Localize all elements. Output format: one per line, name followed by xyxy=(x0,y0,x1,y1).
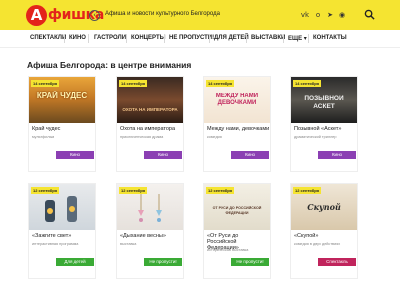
top-bar: А фишка ‹ Афиша и новости культурного Бе… xyxy=(0,0,400,30)
event-poster[interactable]: ОТ РУСИ ДО РОССИЙСКОЙ ФЕДЕРАЦИИ 12 сентя… xyxy=(204,184,270,230)
category-button[interactable]: Не пропусти! xyxy=(144,258,182,266)
event-genre: интерактивная программа xyxy=(32,242,79,246)
nav-divider xyxy=(164,34,165,43)
search-icon[interactable] xyxy=(364,9,375,20)
nav-divider xyxy=(209,34,210,43)
event-title[interactable]: Между нами, девочками xyxy=(207,126,269,132)
nav-item-kino[interactable]: КИНО xyxy=(69,35,86,41)
main-nav: СПЕКТАКЛИ КИНО ГАСТРОЛИ КОНЦЕРТЫ НЕ ПРОП… xyxy=(0,30,400,48)
telegram-icon[interactable]: ➤ xyxy=(325,10,335,20)
event-genre: приключенческая драма xyxy=(120,135,164,139)
site-tagline: Афиша и новости культурного Белгорода xyxy=(105,11,220,17)
event-poster[interactable]: ОХОТА НА ИМПЕРАТОРА 14 сентября xyxy=(117,77,183,123)
category-button[interactable]: Спектакль xyxy=(318,258,356,266)
event-date-badge: 12 сентября xyxy=(31,187,59,194)
category-button[interactable]: Кино xyxy=(231,151,269,159)
event-card[interactable]: КРАЙ ЧУДЕС 14 сентября Край чудес мультф… xyxy=(28,76,96,172)
event-title[interactable]: «Зажгите свет» xyxy=(32,233,71,239)
event-date-badge: 12 сентября xyxy=(293,187,321,194)
category-button[interactable]: Для детей xyxy=(56,258,94,266)
logo-letter: А xyxy=(26,4,47,26)
ok-icon[interactable]: o xyxy=(313,10,323,20)
event-card[interactable]: ОТ РУСИ ДО РОССИЙСКОЙ ФЕДЕРАЦИИ 12 сентя… xyxy=(203,183,271,279)
event-card[interactable]: 12 сентября «Дыхание весны» выставка Не … xyxy=(116,183,184,279)
category-button[interactable]: Кино xyxy=(144,151,182,159)
event-title[interactable]: «Скупой» xyxy=(294,233,318,239)
event-genre: комедия в двух действиях xyxy=(294,242,341,246)
event-card[interactable]: ПОЗЫВНОЙ АСКЕТ 14 сентября Позывной «Аск… xyxy=(290,76,358,172)
event-poster[interactable]: МЕЖДУ НАМИ ДЕВОЧКАМИ 14 сентября xyxy=(204,77,270,123)
event-date-badge: 14 сентября xyxy=(31,80,59,87)
nav-divider xyxy=(308,34,309,43)
nav-item-contacts[interactable]: КОНТАКТЫ xyxy=(313,35,347,41)
event-date-badge: 12 сентября xyxy=(119,187,147,194)
event-genre: мультфильм xyxy=(32,135,55,139)
event-card[interactable]: МЕЖДУ НАМИ ДЕВОЧКАМИ 14 сентября Между н… xyxy=(203,76,271,172)
event-title[interactable]: Край чудес xyxy=(32,126,60,132)
category-button[interactable]: Кино xyxy=(318,151,356,159)
vk-icon[interactable]: vk xyxy=(300,10,310,20)
nav-item-concerts[interactable]: КОНЦЕРТЫ xyxy=(131,35,166,41)
event-poster[interactable]: ПОЗЫВНОЙ АСКЕТ 14 сентября xyxy=(291,77,357,123)
event-poster[interactable]: КРАЙ ЧУДЕС 14 сентября xyxy=(29,77,95,123)
event-card[interactable]: 12 сентября «Зажгите свет» интерактивная… xyxy=(28,183,96,279)
event-genre: выставка xyxy=(120,242,137,246)
back-arrow-icon[interactable]: ‹ xyxy=(89,10,100,21)
event-card[interactable]: Скупой 12 сентября «Скупой» комедия в дв… xyxy=(290,183,358,279)
event-poster[interactable]: 12 сентября xyxy=(29,184,95,230)
nav-item-dont-miss[interactable]: НЕ ПРОПУСТИ! xyxy=(169,35,214,41)
event-genre: историческая выставка xyxy=(207,248,249,252)
chevron-down-icon: ▾ xyxy=(303,35,307,42)
nav-divider xyxy=(283,34,284,43)
event-date-badge: 12 сентября xyxy=(206,187,234,194)
event-title[interactable]: «Дыхание весны» xyxy=(120,233,166,239)
event-poster[interactable]: Скупой 12 сентября xyxy=(291,184,357,230)
category-button[interactable]: Кино xyxy=(56,151,94,159)
event-genre: драматический триллер xyxy=(294,135,337,139)
nav-item-for-children[interactable]: ДЛЯ ДЕТЕЙ xyxy=(214,35,249,41)
nav-divider xyxy=(64,34,65,43)
nav-item-exhibitions[interactable]: ВЫСТАВКИ xyxy=(251,35,285,41)
nav-divider xyxy=(126,34,127,43)
event-date-badge: 14 сентября xyxy=(119,80,147,87)
nav-item-spectacles[interactable]: СПЕКТАКЛИ xyxy=(30,35,66,41)
event-date-badge: 14 сентября xyxy=(293,80,321,87)
event-genre: комедия xyxy=(207,135,222,139)
viber-icon[interactable]: ◉ xyxy=(337,10,347,20)
event-title[interactable]: Позывной «Аскет» xyxy=(294,126,341,132)
nav-item-more-label: ЕЩЕ xyxy=(288,36,303,42)
event-title[interactable]: Охота на императора xyxy=(120,126,175,132)
nav-item-more[interactable]: ЕЩЕ ▾ xyxy=(288,35,307,42)
event-date-badge: 14 сентября xyxy=(206,80,234,87)
nav-item-tours[interactable]: ГАСТРОЛИ xyxy=(94,35,126,41)
section-title: Афиша Белгорода: в центре внимания xyxy=(27,60,192,70)
nav-divider xyxy=(246,34,247,43)
nav-divider xyxy=(88,34,89,43)
event-poster[interactable]: 12 сентября xyxy=(117,184,183,230)
event-card[interactable]: ОХОТА НА ИМПЕРАТОРА 14 сентября Охота на… xyxy=(116,76,184,172)
category-button[interactable]: Не пропусти! xyxy=(231,258,269,266)
